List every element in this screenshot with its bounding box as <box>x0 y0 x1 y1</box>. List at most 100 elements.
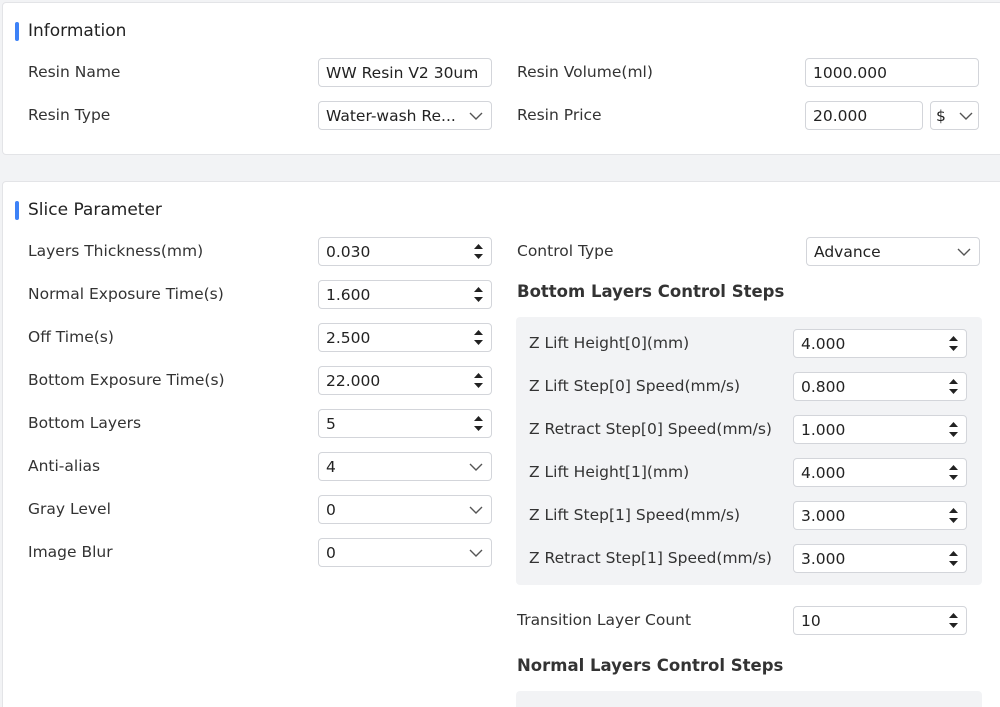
stepper-arrows[interactable] <box>465 324 491 351</box>
z-lift-height-0-value: 4.000 <box>801 334 846 353</box>
information-panel: Information Resin Name WW Resin V2 30um … <box>2 2 1000 155</box>
triangle-up-icon[interactable] <box>948 422 958 427</box>
triangle-down-icon[interactable] <box>473 254 483 259</box>
z-lift-height-0-label: Z Lift Height[0](mm) <box>529 334 690 352</box>
bottom-exposure-time-input[interactable]: 22.000 <box>318 366 492 395</box>
normal-exposure-time-value: 1.600 <box>326 285 371 304</box>
gray-level-select[interactable]: 0 <box>318 495 492 524</box>
z-lift-height-0-input[interactable]: 4.000 <box>793 329 967 358</box>
z-lift-height-1-value: 4.000 <box>801 463 846 482</box>
off-time-input[interactable]: 2.500 <box>318 323 492 352</box>
bottom-exposure-time-label: Bottom Exposure Time(s) <box>28 371 225 389</box>
resin-volume-label: Resin Volume(ml) <box>517 63 653 81</box>
layers-thickness-input[interactable]: 0.030 <box>318 237 492 266</box>
off-time-label: Off Time(s) <box>28 328 114 346</box>
anti-alias-value: 4 <box>326 457 336 476</box>
z-lift-step-1-speed-label: Z Lift Step[1] Speed(mm/s) <box>529 506 741 524</box>
triangle-up-icon[interactable] <box>948 465 958 470</box>
information-section-title: Information <box>15 21 126 41</box>
anti-alias-select[interactable]: 4 <box>318 452 492 481</box>
stepper-arrows[interactable] <box>940 330 966 357</box>
triangle-up-icon[interactable] <box>948 613 958 618</box>
stepper-arrows[interactable] <box>465 367 491 394</box>
layers-thickness-value: 0.030 <box>326 242 371 261</box>
control-type-select[interactable]: Advance <box>806 237 980 266</box>
image-blur-select[interactable]: 0 <box>318 538 492 567</box>
triangle-down-icon[interactable] <box>948 623 958 628</box>
chevron-down-icon <box>461 496 491 523</box>
triangle-down-icon[interactable] <box>948 475 958 480</box>
z-lift-height-1-input[interactable]: 4.000 <box>793 458 967 487</box>
stepper-arrows[interactable] <box>465 410 491 437</box>
currency-select[interactable]: $ <box>930 101 979 130</box>
z-retract-step-1-speed-value: 3.000 <box>801 549 846 568</box>
triangle-up-icon[interactable] <box>948 508 958 513</box>
resin-name-input[interactable]: WW Resin V2 30um <box>318 58 492 87</box>
chevron-down-icon <box>461 539 491 566</box>
stepper-arrows[interactable] <box>940 545 966 572</box>
triangle-down-icon[interactable] <box>948 561 958 566</box>
resin-volume-value: 1000.000 <box>813 63 887 82</box>
z-lift-step-0-speed-label: Z Lift Step[0] Speed(mm/s) <box>529 377 741 395</box>
resin-volume-input[interactable]: 1000.000 <box>805 58 979 87</box>
triangle-up-icon[interactable] <box>473 373 483 378</box>
slice-parameter-title: Slice Parameter <box>28 200 162 220</box>
chevron-down-icon <box>461 453 491 480</box>
triangle-down-icon[interactable] <box>948 389 958 394</box>
triangle-up-icon[interactable] <box>948 336 958 341</box>
triangle-up-icon[interactable] <box>948 379 958 384</box>
z-lift-step-0-speed-input[interactable]: 0.800 <box>793 372 967 401</box>
off-time-value: 2.500 <box>326 328 371 347</box>
normal-exposure-time-input[interactable]: 1.600 <box>318 280 492 309</box>
bottom-layers-input[interactable]: 5 <box>318 409 492 438</box>
stepper-arrows[interactable] <box>940 502 966 529</box>
resin-name-label: Resin Name <box>28 63 121 81</box>
z-lift-step-1-speed-input[interactable]: 3.000 <box>793 501 967 530</box>
transition-layer-count-label: Transition Layer Count <box>517 611 692 629</box>
triangle-down-icon[interactable] <box>948 518 958 523</box>
z-lift-height-1-label: Z Lift Height[1](mm) <box>529 463 690 481</box>
triangle-up-icon[interactable] <box>473 287 483 292</box>
z-retract-step-0-speed-label: Z Retract Step[0] Speed(mm/s) <box>529 420 772 438</box>
resin-price-input[interactable]: 20.000 <box>805 101 923 130</box>
triangle-down-icon[interactable] <box>473 340 483 345</box>
anti-alias-label: Anti-alias <box>28 457 101 475</box>
triangle-up-icon[interactable] <box>473 416 483 421</box>
stepper-arrows[interactable] <box>940 607 966 634</box>
bottom-layers-label: Bottom Layers <box>28 414 142 432</box>
chevron-down-icon <box>461 102 491 129</box>
layers-thickness-label: Layers Thickness(mm) <box>28 242 204 260</box>
bottom-steps-group: Z Lift Height[0](mm) 4.000 Z Lift Step[0… <box>516 317 982 585</box>
resin-name-value: WW Resin V2 30um <box>326 63 479 82</box>
triangle-up-icon[interactable] <box>473 330 483 335</box>
stepper-arrows[interactable] <box>465 238 491 265</box>
z-retract-step-1-speed-input[interactable]: 3.000 <box>793 544 967 573</box>
section-accent-bar <box>15 21 19 41</box>
slice-parameter-section-title: Slice Parameter <box>15 200 162 220</box>
chevron-down-icon <box>949 238 979 265</box>
resin-price-label: Resin Price <box>517 106 602 124</box>
triangle-down-icon[interactable] <box>473 383 483 388</box>
stepper-arrows[interactable] <box>940 416 966 443</box>
stepper-arrows[interactable] <box>940 373 966 400</box>
bottom-exposure-time-value: 22.000 <box>326 371 381 390</box>
stepper-arrows[interactable] <box>465 281 491 308</box>
z-retract-step-0-speed-input[interactable]: 1.000 <box>793 415 967 444</box>
triangle-down-icon[interactable] <box>473 297 483 302</box>
z-lift-step-0-speed-value: 0.800 <box>801 377 846 396</box>
stepper-arrows[interactable] <box>940 459 966 486</box>
resin-type-label: Resin Type <box>28 106 111 124</box>
resin-price-value: 20.000 <box>813 106 868 125</box>
triangle-up-icon[interactable] <box>948 551 958 556</box>
transition-layer-count-input[interactable]: 10 <box>793 606 967 635</box>
bottom-layers-control-steps-title: Bottom Layers Control Steps <box>517 282 785 301</box>
triangle-up-icon[interactable] <box>473 244 483 249</box>
triangle-down-icon[interactable] <box>948 346 958 351</box>
z-retract-step-1-speed-label: Z Retract Step[1] Speed(mm/s) <box>529 549 772 567</box>
resin-type-select[interactable]: Water-wash Re... <box>318 101 492 130</box>
triangle-down-icon[interactable] <box>473 426 483 431</box>
resin-type-value: Water-wash Re... <box>326 106 456 125</box>
z-lift-step-1-speed-value: 3.000 <box>801 506 846 525</box>
triangle-down-icon[interactable] <box>948 432 958 437</box>
normal-steps-group <box>516 691 982 707</box>
